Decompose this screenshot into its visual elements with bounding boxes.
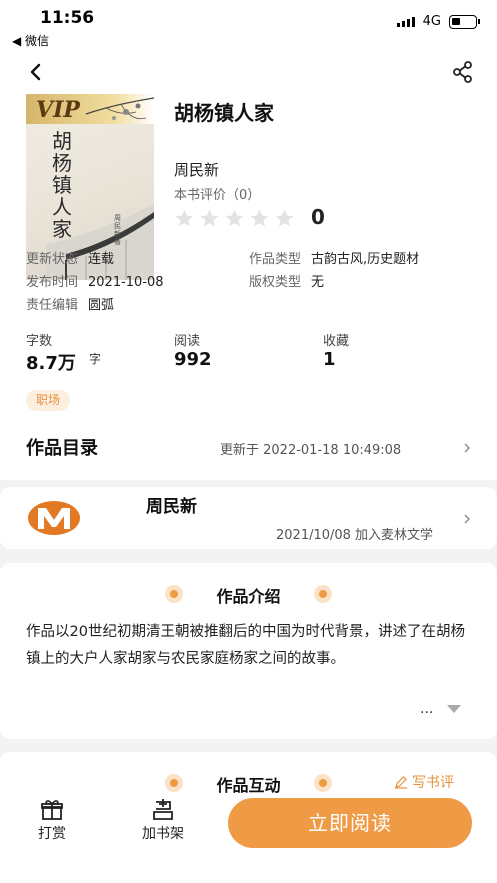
add-to-shelf-button[interactable]: 加书架 <box>142 799 184 843</box>
star-icon <box>175 209 194 227</box>
meta-editor: 责任编辑 圆弧 <box>26 294 114 313</box>
author-card[interactable]: 周民新 2021/10/08 加入麦林文学 <box>0 487 497 549</box>
author-joined-date: 2021/10/08 加入麦林文学 <box>276 528 434 543</box>
meta-value: 2021-10-08 <box>88 275 164 290</box>
chevron-right-icon <box>464 443 471 453</box>
meta-key: 责任编辑 <box>26 298 79 313</box>
genre-tag[interactable]: 职场 <box>26 390 71 411</box>
toc-title: 作品目录 <box>26 438 98 459</box>
reads-label: 阅读 <box>174 334 201 349</box>
intro-text: 作品以20世纪初期清王朝被推翻后的中国为时代背景，讲述了在胡杨镇上的大户人家胡家… <box>26 624 465 667</box>
meta-key: 作品类型 <box>249 252 302 267</box>
share-icon[interactable] <box>451 60 475 84</box>
bottom-action-bar: 打赏 加书架 立即阅读 <box>0 793 497 883</box>
book-title: 胡杨镇人家 <box>174 101 274 125</box>
back-arrow-icon[interactable] <box>24 60 48 84</box>
rating-score: 0 <box>311 205 325 229</box>
book-header-card: VIP 胡杨镇人家 周民新 著 胡杨镇人家 周民新 本书评价（0） 0 更新状态… <box>0 48 497 480</box>
decor-dot-icon <box>314 585 332 603</box>
toc-update-time: 更新于 2022-01-18 10:49:08 <box>220 443 402 458</box>
publisher-logo-icon <box>28 501 80 535</box>
meta-update-status: 更新状态 连载 <box>26 248 114 267</box>
star-icon <box>225 209 244 227</box>
favorites-label: 收藏 <box>323 334 350 349</box>
meta-value: 连载 <box>88 252 115 267</box>
intro-card: 作品介绍 作品以20世纪初期清王朝被推翻后的中国为时代背景，讲述了在胡杨镇上的大… <box>0 563 497 739</box>
meta-publish-date: 发布时间 2021-10-08 <box>26 271 164 290</box>
book-author[interactable]: 周民新 <box>174 159 219 180</box>
meta-key: 更新状态 <box>26 252 79 267</box>
star-icon <box>275 209 294 227</box>
tip-label: 打赏 <box>38 826 66 842</box>
chevron-right-icon <box>464 514 471 524</box>
reads-value: 992 <box>174 349 212 370</box>
pencil-icon <box>395 776 407 789</box>
gift-icon <box>41 800 63 820</box>
network-label: 4G <box>422 14 441 29</box>
meta-copyright: 版权类型无 <box>249 271 324 290</box>
cover-title: 胡杨镇人家 <box>52 129 72 241</box>
meta-key: 发布时间 <box>26 275 79 290</box>
status-bar: 11:56 ◀ 微信 4G <box>0 0 497 48</box>
read-now-button[interactable]: 立即阅读 <box>228 798 472 848</box>
back-to-wechat-link[interactable]: ◀ 微信 <box>12 32 49 49</box>
write-review-label: 写书评 <box>412 775 454 791</box>
meta-value: 圆弧 <box>88 298 115 313</box>
expand-triangle-icon[interactable] <box>446 704 462 714</box>
cover-author: 周民新 著 <box>114 214 121 246</box>
author-card-name: 周民新 <box>146 497 197 517</box>
intro-section-header: 作品介绍 <box>0 583 497 607</box>
intro-ellipsis: ... <box>420 701 434 717</box>
words-unit: 字 <box>89 352 102 366</box>
intro-title: 作品介绍 <box>216 587 281 606</box>
shelf-label: 加书架 <box>142 826 184 842</box>
write-review-button[interactable]: 写书评 <box>394 772 454 792</box>
meta-value: 古韵古风,历史题材 <box>311 252 420 267</box>
status-time: 11:56 <box>40 8 95 28</box>
battery-icon <box>449 14 480 29</box>
bookshelf-add-icon <box>153 799 173 820</box>
table-of-contents-row[interactable]: 作品目录 更新于 2022-01-18 10:49:08 <box>0 426 497 466</box>
tip-button[interactable]: 打赏 <box>38 799 66 843</box>
words-value: 8.7万 <box>26 353 76 374</box>
rating-label: 本书评价（0） <box>174 188 261 203</box>
meta-key: 版权类型 <box>249 275 302 290</box>
star-icon <box>200 209 219 227</box>
meta-value: 无 <box>311 275 325 290</box>
words-label: 字数 <box>26 334 53 349</box>
rating-stars <box>174 208 295 229</box>
star-icon <box>250 209 269 227</box>
status-indicators: 4G <box>396 14 480 29</box>
favorites-value: 1 <box>323 349 336 370</box>
signal-icon <box>396 16 415 27</box>
meta-genre: 作品类型 古韵古风,历史题材 <box>249 248 419 267</box>
decor-dot-icon <box>314 774 332 792</box>
